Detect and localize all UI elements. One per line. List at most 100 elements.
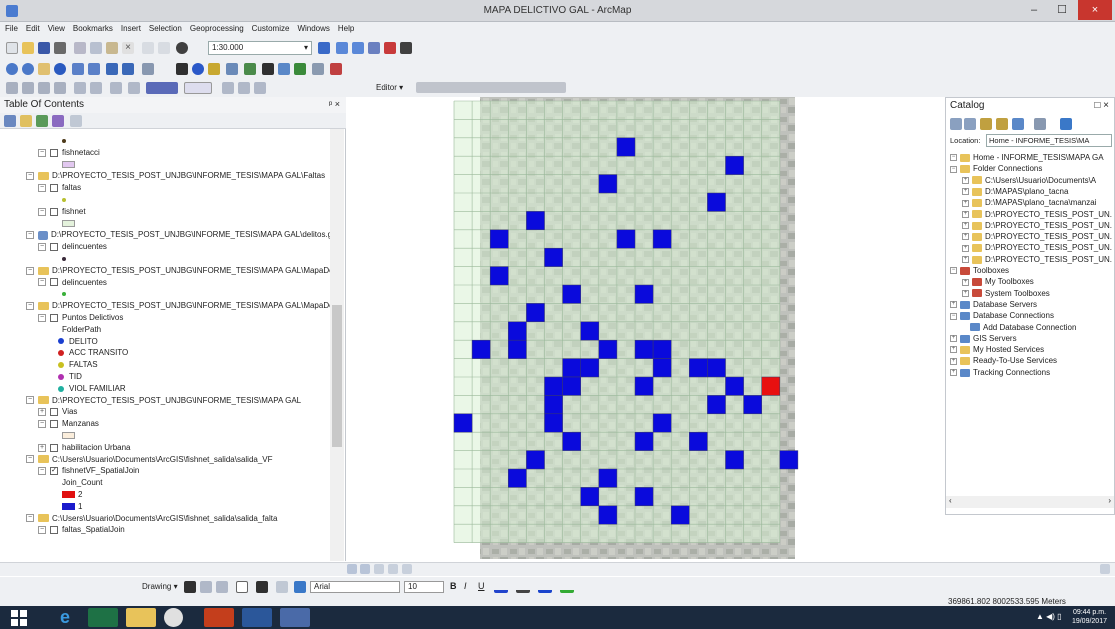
expand-toggle-icon[interactable]: − — [38, 313, 46, 322]
join-count-1-cell[interactable] — [652, 358, 672, 378]
arcmap-taskbar-icon[interactable] — [280, 608, 310, 627]
toc-row[interactable]: − C:\Users\Usuario\Documents\ArcGIS\fishn… — [26, 513, 277, 525]
color-bar-icon[interactable] — [146, 82, 178, 94]
toc-row[interactable]: 2 — [62, 489, 82, 501]
editor-toolbar-icon[interactable] — [318, 42, 330, 54]
maximize-button[interactable]: ☐ — [1048, 0, 1076, 20]
join-count-1-cell[interactable] — [544, 395, 563, 415]
toc-row[interactable]: − D:\PROYECTO_TESIS_POST_UNJBG\INFORME_TE… — [26, 300, 330, 312]
toc-row[interactable]: − fishnet — [38, 206, 86, 218]
file-explorer-icon[interactable] — [126, 608, 156, 627]
layer-visibility-checkbox[interactable] — [50, 148, 58, 157]
font-size-combo[interactable]: 10 — [404, 581, 444, 593]
layer-visibility-checkbox[interactable] — [50, 207, 58, 216]
join-count-1-cell[interactable] — [634, 284, 654, 304]
point-symbol-icon[interactable] — [62, 292, 66, 297]
fill-color-icon[interactable] — [516, 581, 530, 593]
system-clock[interactable]: 09:44 p.m. 19/09/2017 — [1072, 608, 1107, 626]
layer-visibility-checkbox[interactable] — [50, 243, 58, 252]
list-by-visibility-icon[interactable] — [36, 115, 48, 127]
join-count-1-cell[interactable] — [652, 229, 672, 249]
join-count-1-cell[interactable] — [562, 284, 581, 304]
join-count-1-cell[interactable] — [616, 229, 636, 249]
point-symbol-icon[interactable] — [58, 385, 64, 392]
new-text-icon[interactable] — [256, 581, 268, 593]
toc-row[interactable]: + Vias — [38, 406, 77, 418]
join-count-1-cell[interactable] — [598, 468, 618, 488]
catalog-tree-item[interactable]: + D:\MAPAS\plano_tacna\manzai — [962, 197, 1096, 208]
catalog-tree-item[interactable]: − Toolboxes — [950, 265, 1009, 276]
join-count-1-cell[interactable] — [634, 376, 654, 396]
layer-visibility-checkbox[interactable] — [50, 443, 58, 452]
catalog-tree-item[interactable]: − Home - INFORME_TESIS\MAPA GA — [950, 152, 1104, 163]
delete-icon[interactable]: × — [122, 42, 134, 54]
toc-vertical-scrollbar[interactable] — [330, 129, 344, 561]
paste-icon[interactable] — [106, 42, 118, 54]
catalog-tree-item[interactable]: + My Toolboxes — [962, 276, 1034, 287]
expand-toggle-icon[interactable]: − — [38, 420, 46, 429]
join-count-1-cell[interactable] — [508, 321, 527, 341]
toc-row[interactable] — [62, 135, 66, 147]
expand-toggle-icon[interactable]: + — [962, 199, 969, 207]
expand-toggle-icon[interactable]: + — [962, 256, 969, 264]
expand-toggle-icon[interactable]: + — [38, 443, 46, 452]
location-combo[interactable]: Home - INFORME_TESIS\MA — [986, 134, 1112, 147]
rectangle-icon[interactable] — [236, 581, 248, 593]
catalog-tree-item[interactable]: + D:\PROYECTO_TESIS_POST_UN. — [962, 242, 1112, 253]
cut-icon[interactable] — [74, 42, 86, 54]
rotate-icon[interactable] — [200, 581, 212, 593]
catalog-tree-item[interactable]: + D:\MAPAS\plano_tacna — [962, 186, 1068, 197]
layout-back-extent-icon[interactable] — [128, 82, 140, 94]
toc-row[interactable] — [62, 430, 75, 442]
point-symbol-icon[interactable] — [62, 138, 66, 143]
layout-zoom-out-icon[interactable] — [38, 82, 50, 94]
expand-toggle-icon[interactable]: + — [962, 244, 969, 252]
layer-visibility-checkbox[interactable] — [50, 184, 58, 193]
join-count-1-cell[interactable] — [562, 358, 581, 378]
join-count-1-cell[interactable] — [634, 487, 654, 507]
font-combo[interactable]: Arial — [310, 581, 400, 593]
back-arrow-icon[interactable] — [950, 118, 962, 130]
toc-row[interactable]: − Puntos Delictivos — [38, 312, 123, 324]
refresh-icon[interactable] — [1060, 118, 1072, 130]
bold-button[interactable]: B — [450, 581, 457, 591]
toc-row[interactable]: VIOL FAMILIAR — [58, 383, 126, 395]
expand-toggle-icon[interactable]: + — [962, 176, 969, 184]
join-count-1-cell[interactable] — [725, 155, 744, 175]
expand-toggle-icon[interactable]: − — [26, 231, 34, 240]
expand-toggle-icon[interactable]: − — [950, 267, 957, 275]
zoom-to-elements-icon[interactable] — [216, 581, 228, 593]
join-count-1-cell[interactable] — [544, 413, 563, 433]
new-document-icon[interactable] — [6, 42, 18, 54]
toc-row[interactable] — [62, 159, 75, 171]
join-count-1-cell[interactable] — [471, 339, 491, 359]
expand-toggle-icon[interactable]: − — [38, 207, 46, 216]
join-count-1-cell[interactable] — [544, 247, 563, 267]
toc-row[interactable]: − faltas — [38, 182, 81, 194]
menu-bookmarks[interactable]: Bookmarks — [68, 22, 116, 33]
forward-arrow-icon[interactable] — [964, 118, 976, 130]
join-count-1-cell[interactable] — [489, 229, 509, 249]
layout-pan-icon[interactable] — [54, 82, 66, 94]
callout-icon[interactable] — [276, 581, 288, 593]
join-count-1-cell[interactable] — [707, 395, 726, 415]
focus-frame-icon[interactable] — [238, 82, 250, 94]
join-count-1-cell[interactable] — [544, 376, 563, 396]
layout-zoom-whole-icon[interactable] — [110, 82, 122, 94]
catalog-horizontal-scrollbar[interactable]: ‹ › — [946, 496, 1114, 508]
join-count-1-cell[interactable] — [598, 339, 618, 359]
join-count-1-cell[interactable] — [670, 505, 690, 525]
catalog-tree-item[interactable]: + Tracking Connections — [950, 367, 1050, 378]
layout-full-page-icon[interactable] — [74, 82, 86, 94]
catalog-window-icon[interactable] — [352, 42, 364, 54]
catalog-tree-item[interactable]: − Folder Connections — [950, 163, 1042, 174]
catalog-tree-item[interactable]: + My Hosted Services — [950, 344, 1044, 355]
map-canvas[interactable] — [347, 97, 943, 561]
catalog-tree-item[interactable]: + Database Servers — [950, 299, 1037, 310]
layer-visibility-checkbox[interactable] — [50, 526, 58, 535]
join-count-1-cell[interactable] — [489, 266, 509, 286]
map-scroll-left-icon[interactable] — [402, 564, 412, 574]
join-count-1-cell[interactable] — [526, 303, 545, 323]
catalog-tree-item[interactable]: + D:\PROYECTO_TESIS_POST_UN. — [962, 231, 1112, 242]
join-count-1-cell[interactable] — [652, 339, 672, 359]
